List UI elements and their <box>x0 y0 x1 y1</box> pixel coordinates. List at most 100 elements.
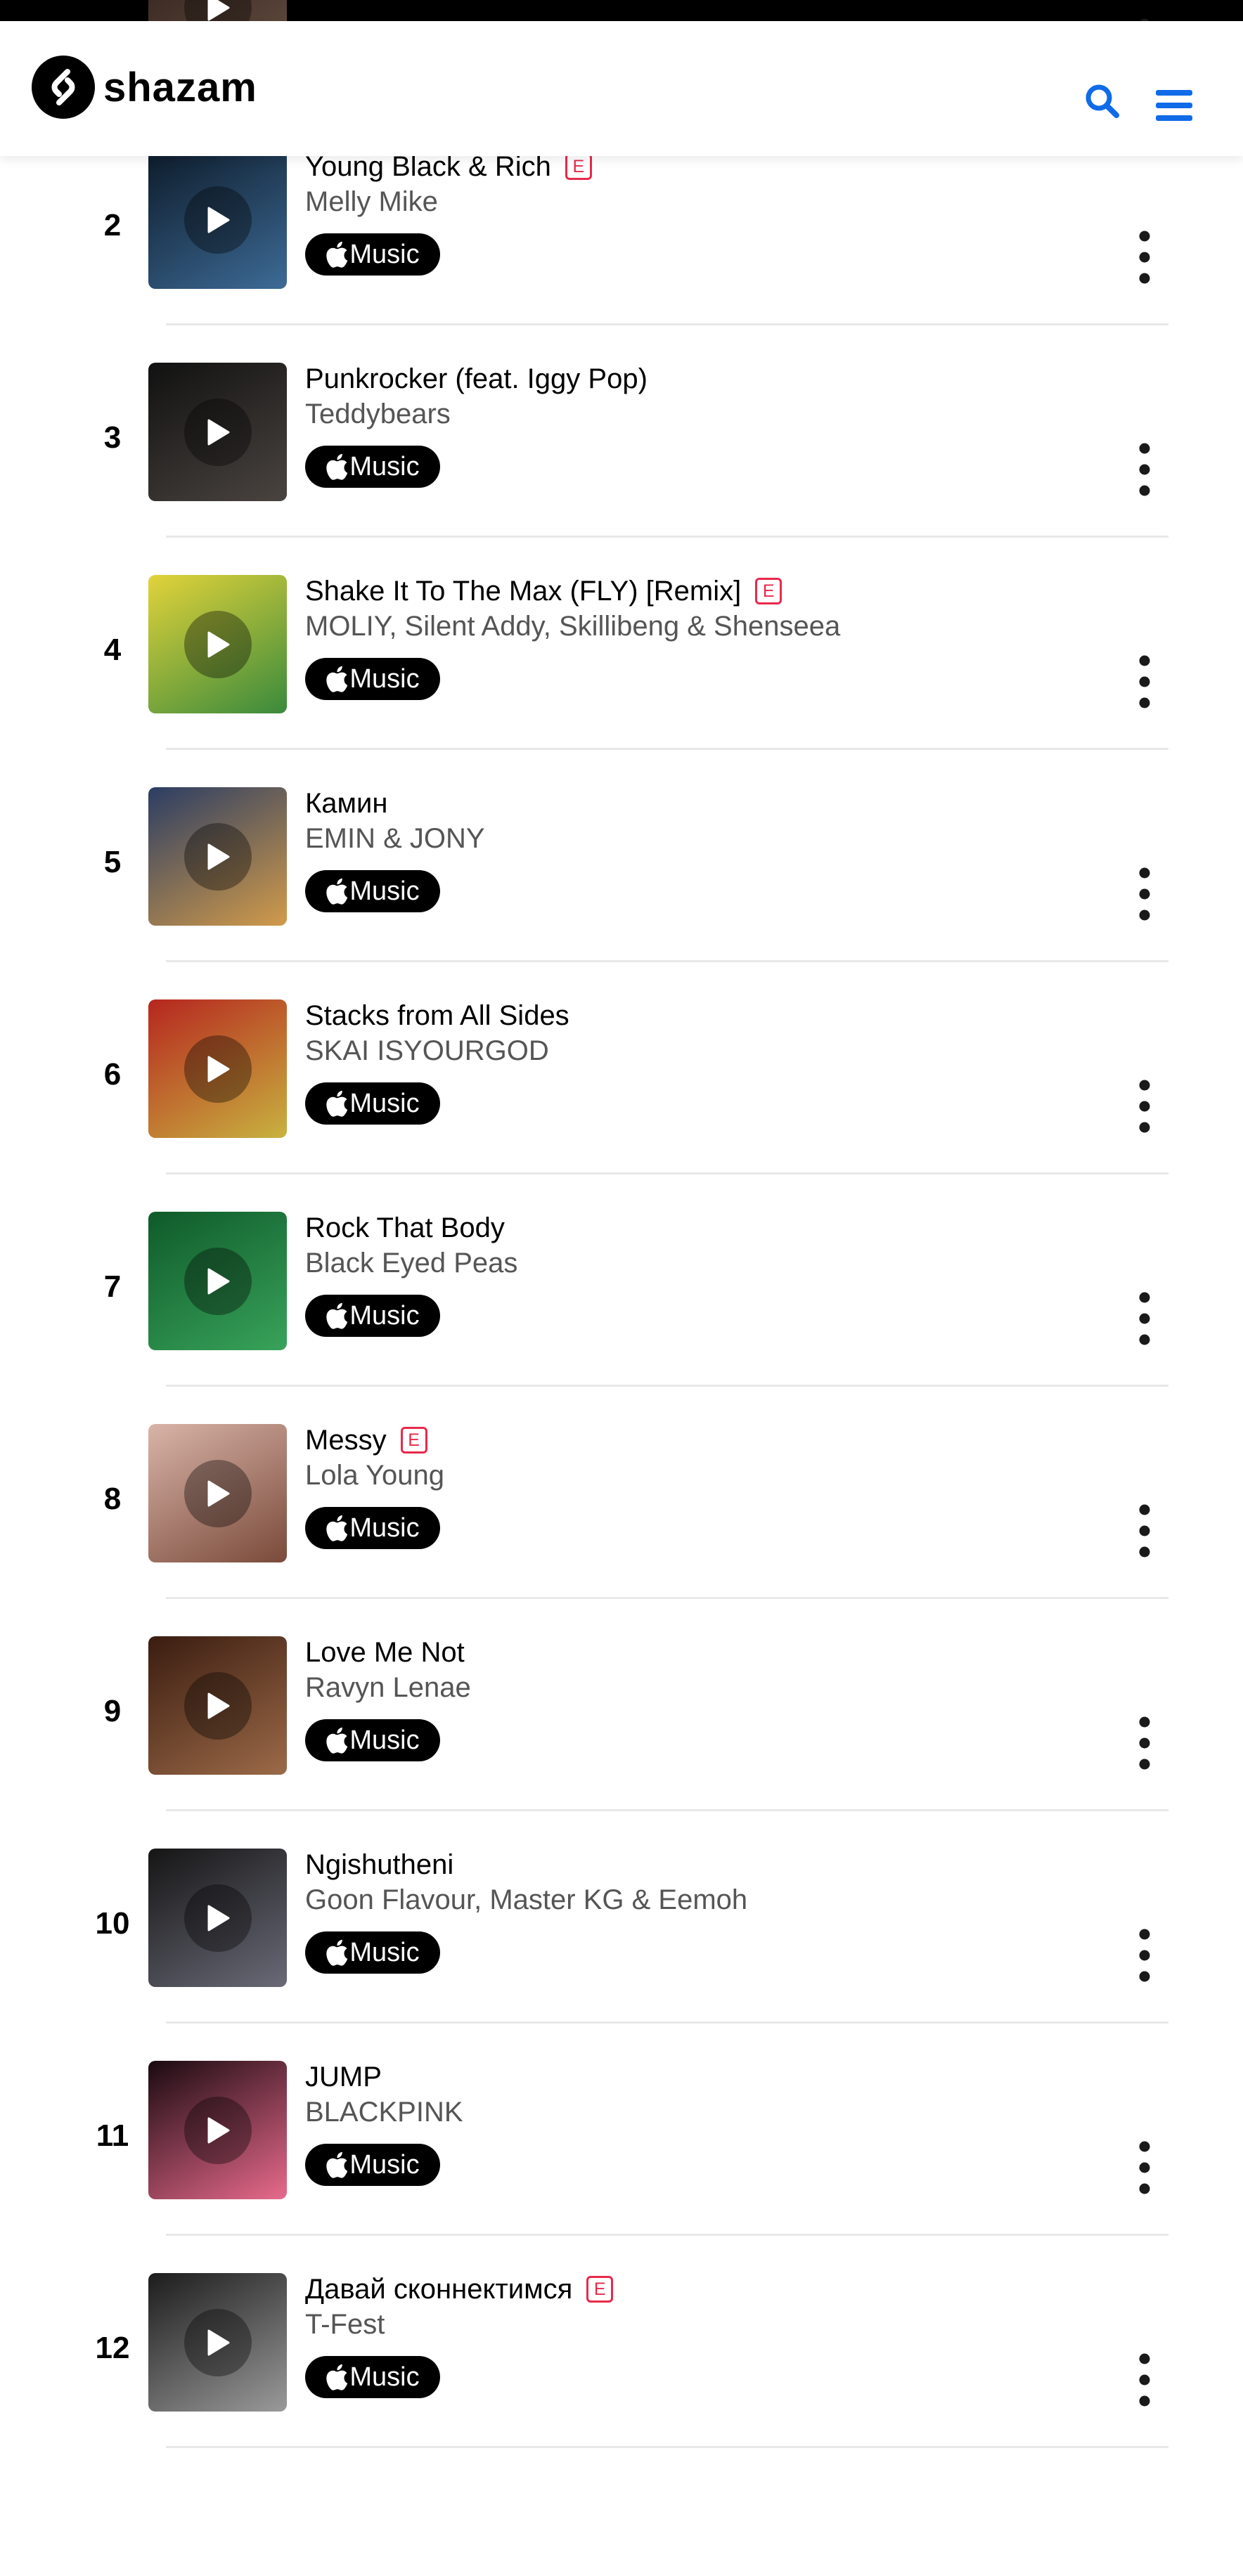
row-divider <box>166 748 1168 750</box>
more-options-button[interactable] <box>1133 441 1156 498</box>
song-row: 3 Punkrocker (feat. Iggy Pop) Teddybears Mu… <box>0 360 1243 572</box>
apple-music-label: Music <box>349 451 420 481</box>
song-title[interactable]: Камин <box>305 786 387 821</box>
more-options-button[interactable] <box>1133 1715 1156 1771</box>
apple-music-button[interactable]: Music <box>305 1931 440 1974</box>
row-divider <box>166 1385 1168 1387</box>
more-options-button[interactable] <box>1133 866 1156 922</box>
song-artist[interactable]: MOLIY, Silent Addy, Skillibeng & Shensee… <box>305 609 840 644</box>
apple-logo-icon <box>326 2364 348 2390</box>
song-artist[interactable]: Teddybears <box>305 396 451 432</box>
more-options-button[interactable] <box>1133 229 1156 285</box>
more-options-button[interactable] <box>1133 1078 1156 1134</box>
apple-logo-icon <box>326 1515 348 1541</box>
album-art[interactable] <box>148 2273 287 2412</box>
row-divider <box>166 1597 1168 1599</box>
song-artist[interactable]: BLACKPINK <box>305 2095 463 2130</box>
more-options-icon <box>1139 231 1150 284</box>
more-options-icon <box>1139 1716 1150 1770</box>
play-button[interactable] <box>183 1247 252 1315</box>
play-button[interactable] <box>183 2308 252 2376</box>
album-art[interactable] <box>148 1636 287 1775</box>
play-button[interactable] <box>183 186 252 254</box>
song-title-line: Давай сконнектимся E <box>305 2272 614 2307</box>
album-art[interactable] <box>148 1212 287 1350</box>
album-art[interactable] <box>148 363 287 501</box>
album-art[interactable] <box>148 150 287 289</box>
apple-music-button[interactable]: Music <box>305 2144 440 2186</box>
more-options-icon <box>1139 655 1150 708</box>
play-icon <box>207 1056 229 1082</box>
chart-rank: 7 <box>103 1269 122 1304</box>
play-button[interactable] <box>183 1459 252 1527</box>
apple-music-label: Music <box>349 1513 420 1543</box>
more-options-button[interactable] <box>1133 654 1156 710</box>
play-button[interactable] <box>183 398 252 466</box>
play-button[interactable] <box>183 1884 252 1952</box>
search-button[interactable] <box>1084 83 1121 119</box>
play-icon <box>207 843 229 869</box>
row-divider <box>166 2021 1168 2024</box>
song-title[interactable]: Messy <box>305 1423 387 1458</box>
more-options-button[interactable] <box>1133 1503 1156 1559</box>
album-art[interactable] <box>148 1424 287 1562</box>
apple-music-label: Music <box>349 1725 420 1755</box>
play-button[interactable] <box>183 610 252 678</box>
apple-music-button[interactable]: Music <box>305 1295 440 1337</box>
song-artist[interactable]: Black Eyed Peas <box>305 1245 517 1281</box>
song-artist[interactable]: Ravyn Lenae <box>305 1670 471 1705</box>
menu-button[interactable] <box>1156 89 1192 122</box>
apple-music-label: Music <box>349 2149 420 2180</box>
more-options-button[interactable] <box>1133 1290 1156 1347</box>
song-artist[interactable]: T-Fest <box>305 2307 385 2342</box>
more-options-button[interactable] <box>1133 2352 1156 2408</box>
chart-rank: 9 <box>103 1694 122 1728</box>
album-art[interactable] <box>148 1849 287 1987</box>
more-options-button[interactable] <box>1133 1927 1156 1983</box>
song-title[interactable]: Stacks from All Sides <box>305 998 569 1033</box>
album-art[interactable] <box>148 999 287 1138</box>
chart-rank: 5 <box>103 845 122 879</box>
song-title[interactable]: Love Me Not <box>305 1635 465 1670</box>
apple-music-label: Music <box>349 876 420 906</box>
song-title[interactable]: Rock That Body <box>305 1210 505 1245</box>
song-artist[interactable]: Goon Flavour, Master KG & Eemoh <box>305 1882 747 1917</box>
song-row: 9 Love Me Not Ravyn Lenae Music <box>0 1633 1243 1846</box>
apple-music-button[interactable]: Music <box>305 870 440 912</box>
play-button[interactable] <box>183 1671 252 1740</box>
song-artist[interactable]: SKAI ISYOURGOD <box>305 1033 549 1068</box>
apple-music-button[interactable]: Music <box>305 233 440 276</box>
play-button[interactable] <box>183 2096 252 2164</box>
apple-music-button[interactable]: Music <box>305 446 440 488</box>
song-artist[interactable]: Lola Young <box>305 1458 444 1493</box>
song-title[interactable]: Ngishutheni <box>305 1847 453 1882</box>
more-options-icon <box>1139 1504 1150 1558</box>
album-art[interactable] <box>148 2061 287 2199</box>
more-options-icon <box>1139 1080 1150 1133</box>
apple-music-button[interactable]: Music <box>305 1719 440 1761</box>
logo-text: shazam <box>103 64 257 110</box>
apple-music-button[interactable]: Music <box>305 1082 440 1125</box>
song-title[interactable]: Shake It To The Max (FLY) [Remix] <box>305 574 741 609</box>
album-art[interactable] <box>148 575 287 713</box>
chart-rank: 6 <box>103 1057 122 1092</box>
apple-music-button[interactable]: Music <box>305 2356 440 2398</box>
song-artist[interactable]: EMIN & JONY <box>305 821 485 856</box>
apple-music-button[interactable]: Music <box>305 658 440 700</box>
song-title-line: Shake It To The Max (FLY) [Remix] E <box>305 574 782 609</box>
row-divider <box>166 2234 1168 2236</box>
play-button[interactable] <box>183 1035 252 1103</box>
shazam-logo[interactable]: shazam <box>32 53 257 121</box>
album-art[interactable] <box>148 787 287 926</box>
song-artist[interactable]: Melly Mike <box>305 184 438 219</box>
more-options-button[interactable] <box>1133 2140 1156 2196</box>
play-icon <box>207 0 229 20</box>
song-title-line: JUMP <box>305 2059 382 2095</box>
apple-music-button[interactable]: Music <box>305 1507 440 1549</box>
song-title[interactable]: Punkrocker (feat. Iggy Pop) <box>305 361 648 396</box>
song-title-line: Messy E <box>305 1423 427 1458</box>
play-button[interactable] <box>183 822 252 891</box>
song-title[interactable]: JUMP <box>305 2059 382 2095</box>
song-title[interactable]: Давай сконнектимся <box>305 2272 572 2307</box>
apple-music-label: Music <box>349 1937 420 1967</box>
